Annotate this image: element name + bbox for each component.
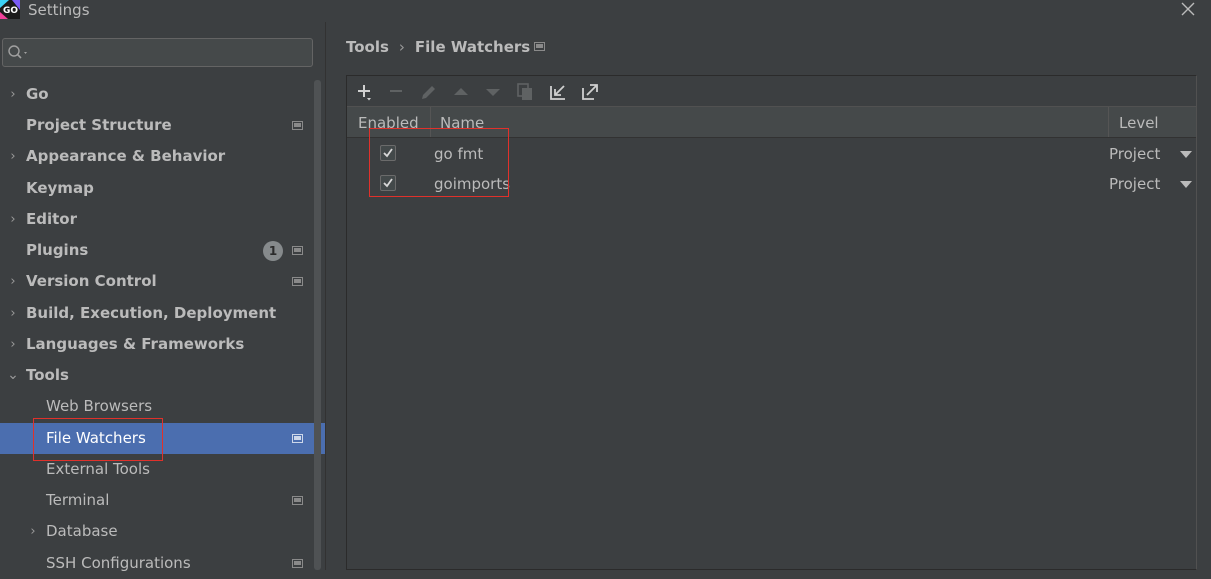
sidebar-item-label: Version Control xyxy=(26,272,157,290)
sidebar-item-build-execution-deployment[interactable]: › Build, Execution, Deployment xyxy=(0,298,325,329)
sidebar-item-version-control[interactable]: › Version Control xyxy=(0,266,325,297)
sidebar-item-label: Keymap xyxy=(26,179,94,197)
chevron-right-icon: › xyxy=(10,306,16,321)
import-icon[interactable] xyxy=(548,82,568,102)
breadcrumb-parent[interactable]: Tools xyxy=(346,36,389,58)
sidebar-item-tools[interactable]: ⌄ Tools xyxy=(0,360,325,391)
title-bar xyxy=(0,0,1211,22)
close-icon[interactable] xyxy=(1176,0,1200,23)
column-separator[interactable] xyxy=(1108,107,1109,137)
chevron-down-icon: ⌄ xyxy=(7,367,19,383)
project-settings-icon xyxy=(292,121,303,130)
chevron-right-icon: › xyxy=(10,274,16,289)
app-logo: GO xyxy=(0,0,20,19)
dropdown-arrow-icon[interactable] xyxy=(1180,181,1192,188)
sidebar-item-label: Tools xyxy=(26,366,69,384)
sidebar-item-appearance-behavior[interactable]: › Appearance & Behavior xyxy=(0,141,325,172)
level-select-value[interactable]: Project xyxy=(1109,174,1160,194)
sidebar-item-ssh-configurations[interactable]: SSH Configurations xyxy=(0,548,325,579)
sidebar-item-label: Terminal xyxy=(46,491,110,509)
project-settings-icon xyxy=(292,496,303,505)
add-icon[interactable] xyxy=(355,82,375,102)
sidebar-item-label: SSH Configurations xyxy=(46,554,191,572)
chevron-right-icon: › xyxy=(10,212,16,227)
highlight-box xyxy=(33,418,163,461)
breadcrumb-current: File Watchers xyxy=(414,38,531,56)
sidebar-item-project-structure[interactable]: Project Structure xyxy=(0,110,325,141)
remove-icon[interactable] xyxy=(387,82,407,102)
copy-icon[interactable] xyxy=(515,82,535,102)
chevron-right-icon: › xyxy=(10,149,16,164)
search-input[interactable] xyxy=(2,38,313,67)
export-icon[interactable] xyxy=(580,82,600,102)
sidebar-item-label: Build, Execution, Deployment xyxy=(26,304,277,322)
panel-divider[interactable] xyxy=(325,22,326,570)
sidebar-item-label: Editor xyxy=(26,210,77,228)
sidebar-item-terminal[interactable]: Terminal xyxy=(0,485,325,516)
edit-icon[interactable] xyxy=(419,82,439,102)
sidebar-item-label: Appearance & Behavior xyxy=(26,147,226,165)
project-settings-icon xyxy=(534,42,545,51)
project-settings-icon xyxy=(292,246,303,255)
sidebar-item-languages-frameworks[interactable]: › Languages & Frameworks xyxy=(0,329,325,360)
toolbar xyxy=(347,76,1196,107)
search-icon xyxy=(8,45,30,65)
project-settings-icon xyxy=(292,434,303,443)
move-down-icon[interactable] xyxy=(483,82,503,102)
sidebar-item-editor[interactable]: › Editor xyxy=(0,204,325,235)
sidebar-item-label: Database xyxy=(46,522,118,540)
move-up-icon[interactable] xyxy=(451,82,471,102)
sidebar-item-database[interactable]: › Database xyxy=(0,516,325,547)
breadcrumb: Tools › File Watchers xyxy=(346,36,530,58)
sidebar-item-keymap[interactable]: Keymap xyxy=(0,173,325,204)
svg-text:GO: GO xyxy=(3,6,18,16)
breadcrumb-separator: › xyxy=(398,38,405,56)
window-title: Settings xyxy=(28,1,90,19)
project-settings-icon xyxy=(292,559,303,568)
column-header-level[interactable]: Level xyxy=(1119,107,1159,138)
sidebar-item-label: Languages & Frameworks xyxy=(26,335,245,353)
sidebar-item-plugins[interactable]: Plugins 1 xyxy=(0,235,325,266)
highlight-box xyxy=(369,128,509,197)
chevron-right-icon: › xyxy=(10,337,16,352)
sidebar-scrollbar[interactable] xyxy=(314,80,321,570)
chevron-right-icon: › xyxy=(10,87,16,102)
sidebar-item-label: Plugins xyxy=(26,241,89,259)
plugins-update-badge: 1 xyxy=(263,241,283,261)
sidebar-item-label: Go xyxy=(26,85,49,103)
project-settings-icon xyxy=(292,277,303,286)
dropdown-arrow-icon[interactable] xyxy=(1180,151,1192,158)
chevron-right-icon: › xyxy=(30,524,36,539)
sidebar-item-label: Project Structure xyxy=(26,116,172,134)
sidebar-item-go[interactable]: › Go xyxy=(0,79,325,110)
level-select-value[interactable]: Project xyxy=(1109,144,1160,164)
